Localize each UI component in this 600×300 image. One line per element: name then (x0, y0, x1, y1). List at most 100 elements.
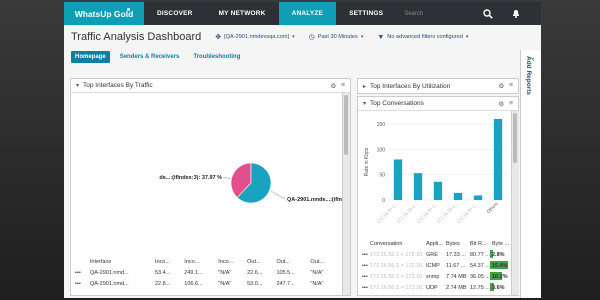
filter-icon: ▼ (377, 33, 385, 41)
table-row[interactable]: •••172.16.56.1 > 172.16.56.1...GRE 17.33 … (360, 249, 510, 260)
row-menu-icon[interactable]: ••• (360, 282, 368, 293)
bar[interactable] (413, 173, 423, 200)
percent-value: 15.4% (492, 262, 508, 269)
nav-discover[interactable]: DISCOVER (144, 2, 206, 25)
panel-title: Top Interfaces By Utilization (370, 82, 451, 90)
column-header[interactable]: Bit R... (468, 238, 490, 249)
scrollbar[interactable] (511, 111, 519, 295)
pie-label: QA-2901.nmde...:(ifIndex... (287, 197, 350, 203)
add-reports-label: Add Reports (525, 56, 532, 95)
table-cell: 22.8... (154, 280, 171, 287)
bar[interactable] (453, 192, 463, 200)
column-header[interactable]: Out... (245, 256, 274, 267)
traffic-pie-chart: de...:(ifIndex:3): 37.97 % QA-2901.nmde..… (159, 162, 350, 204)
column-header[interactable]: Appli... (424, 238, 444, 249)
gear-icon[interactable]: ⚙ (330, 82, 336, 90)
gear-icon[interactable]: ⚙ (498, 100, 504, 108)
app-logo[interactable]: WhatsUp Gold (64, 2, 144, 25)
table-cell: snmp (426, 273, 440, 280)
chevron-down-icon: ▾ (360, 34, 364, 40)
column-header[interactable] (360, 238, 368, 249)
table-cell: 53.4... (154, 269, 171, 276)
add-reports-panel[interactable]: ‹ Add Reports (520, 50, 541, 298)
search-icon[interactable] (474, 2, 502, 25)
source-selector[interactable]: ✥ [QA-2901.nmdevsqa.com] ▾ (215, 33, 294, 41)
y-tick-label: 0 (382, 198, 385, 204)
chevron-down-icon[interactable]: ▾ (76, 82, 79, 89)
x-tick-label: Others (486, 201, 500, 215)
panel-title: Top Interfaces By Traffic (83, 82, 153, 89)
y-tick-label: 50 (379, 173, 385, 179)
chevron-right-icon[interactable]: ▸ (363, 83, 366, 90)
table-cell: 249.1... (184, 269, 203, 276)
chevron-down-icon[interactable]: ▾ (363, 100, 366, 107)
chevron-left-icon: ‹ (532, 56, 535, 63)
table-cell: "N/A" (310, 269, 324, 276)
bar[interactable] (433, 181, 443, 200)
column-header[interactable]: Byte ... (490, 238, 510, 249)
column-header[interactable]: Out... (308, 256, 335, 267)
tab-troubleshooting[interactable]: Troubleshooting (189, 51, 244, 63)
scrollbar[interactable] (342, 93, 350, 295)
table-cell: 54.37 ... (470, 262, 490, 269)
nav-settings[interactable]: SETTINGS (336, 2, 396, 25)
app-window: WhatsUp Gold DISCOVER MY NETWORK ANALYZE… (64, 2, 541, 298)
nav-my-network[interactable]: MY NETWORK (206, 2, 279, 25)
table-row[interactable]: •••172.16.56.1 > 172.16.56.1flow...UDP 2.… (360, 282, 510, 293)
row-menu-icon[interactable]: ••• (360, 260, 368, 271)
search-input[interactable]: Search (404, 2, 474, 25)
tab-senders-receivers[interactable]: Senders & Receivers (116, 51, 184, 63)
table-row[interactable]: ••• QA-2901.nmd... 53.4... 249.1... "N/A" 22.… (73, 267, 335, 278)
table-cell: "N/A" (310, 280, 324, 287)
table-row[interactable]: •••172.16.56.1 > 172.16.56.1...snmp 7.74 … (360, 271, 510, 282)
filter-selector[interactable]: ▼ No advanced filters configured ▾ (377, 34, 468, 41)
panel-title: Top Conversations (370, 100, 424, 107)
table-header-row: Conversation Appli... Bytes Bit R... Byte ..… (360, 238, 510, 249)
conversations-bar-chart: 050100150Rate in Kbps172.16.56.1...172.1… (364, 118, 508, 224)
menu-icon[interactable]: ≡ (509, 82, 513, 90)
bar[interactable] (473, 195, 483, 200)
table-row[interactable]: ••• QA-2901.nmd... 22.8... 106.6... "N/A" 53.… (73, 278, 335, 289)
time-range-selector[interactable]: ◷ Past 30 Minutes ▾ (309, 33, 364, 41)
table-row[interactable]: •••172.16.56.1 > 172.16.56.1...ICMP 11.67… (360, 260, 510, 271)
network-icon: ✥ (215, 34, 222, 41)
table-cell: "N/A" (218, 269, 232, 276)
byte-percent-cell: 15.4% (490, 260, 510, 271)
row-menu-icon[interactable]: ••• (360, 271, 368, 282)
logo-dot (127, 8, 130, 11)
table-cell: UDP (426, 284, 438, 291)
column-header[interactable]: Inco... (182, 256, 216, 267)
byte-percent-cell: 10.2% (490, 271, 510, 282)
page-title: Traffic Analysis Dashboard (71, 31, 202, 43)
nav-analyze[interactable]: ANALYZE (278, 2, 337, 25)
logo-text: WhatsUp Gold (74, 8, 134, 19)
column-header[interactable]: Interface (88, 256, 153, 267)
column-header[interactable]: Bytes (444, 238, 468, 249)
row-menu-icon[interactable]: ••• (73, 278, 88, 289)
chevron-down-icon: ▾ (292, 34, 295, 40)
tab-homepage[interactable]: Homepage (71, 51, 110, 63)
leader-line (222, 176, 232, 180)
gear-icon[interactable]: ⚙ (498, 82, 504, 90)
bar[interactable] (393, 159, 403, 200)
panel-header: ▾ Top Conversations ⚙ ≡ (358, 97, 518, 111)
time-range-label: Past 30 Minutes (317, 34, 358, 40)
top-utilization-panel: ▸ Top Interfaces By Utilization ⚙ ≡ (357, 78, 519, 94)
column-header[interactable]: Out... (274, 256, 308, 267)
table-cell: 172.16.56.1 > 172.16.56.1flow... (370, 284, 424, 291)
row-menu-icon[interactable]: ••• (360, 249, 368, 260)
table-cell: 53.0... (247, 280, 263, 287)
column-header[interactable]: Conversation (368, 238, 424, 249)
byte-percent-cell: 3.6% (490, 282, 510, 293)
menu-icon[interactable]: ≡ (509, 100, 513, 108)
top-conversations-panel: ▾ Top Conversations ⚙ ≡ 0 50 100 150 Rate in … (357, 96, 519, 296)
column-header[interactable] (73, 256, 88, 267)
column-header[interactable]: Inco... (153, 256, 182, 267)
bar[interactable] (493, 118, 503, 200)
bell-icon[interactable] (502, 2, 530, 25)
y-tick-label: 150 (377, 122, 386, 128)
column-header[interactable]: Inco... (216, 256, 245, 267)
menu-icon[interactable]: ≡ (341, 82, 345, 90)
top-traffic-panel: ▾ Top Interfaces By Traffic ⚙ ≡ de...:(if… (70, 78, 351, 296)
row-menu-icon[interactable]: ••• (73, 267, 88, 278)
